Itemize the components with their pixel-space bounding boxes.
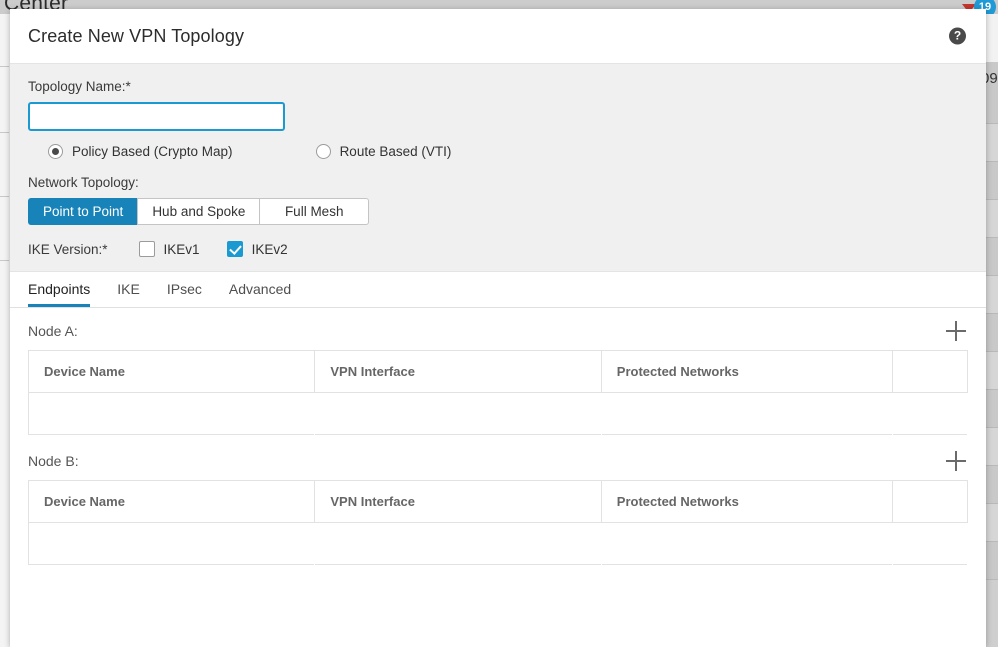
node-a-section: Node A: Device Name VPN Interface Protec… bbox=[28, 321, 968, 435]
radio-mark-icon bbox=[48, 144, 63, 159]
table-cell bbox=[892, 392, 968, 435]
tab-ike[interactable]: IKE bbox=[117, 281, 140, 307]
background-divider bbox=[0, 132, 9, 133]
plus-icon[interactable] bbox=[946, 451, 966, 471]
background-divider bbox=[0, 66, 9, 67]
tab-ipsec[interactable]: IPsec bbox=[167, 281, 202, 307]
column-header-actions bbox=[892, 350, 968, 393]
checkbox-ikev1[interactable]: IKEv1 bbox=[138, 241, 200, 257]
checkbox-ikev2-label: IKEv2 bbox=[251, 241, 288, 257]
table-cell bbox=[314, 392, 602, 435]
node-b-title: Node B: bbox=[28, 453, 79, 469]
node-b-header: Node B: bbox=[28, 451, 968, 471]
vpn-type-radio-group: Policy Based (Crypto Map) Route Based (V… bbox=[28, 144, 968, 159]
table-cell bbox=[314, 522, 602, 565]
table-empty-row bbox=[28, 522, 968, 565]
tab-endpoints[interactable]: Endpoints bbox=[28, 281, 91, 307]
tab-advanced[interactable]: Advanced bbox=[229, 281, 291, 307]
node-a-title: Node A: bbox=[28, 323, 78, 339]
checkbox-mark-icon bbox=[138, 241, 155, 257]
background-divider bbox=[0, 196, 9, 197]
topology-name-label: Topology Name:* bbox=[28, 79, 131, 94]
checkbox-mark-icon bbox=[226, 241, 243, 257]
radio-policy-based-label: Policy Based (Crypto Map) bbox=[72, 144, 233, 159]
ike-version-group: IKE Version:* IKEv1 IKEv2 bbox=[28, 241, 968, 257]
topology-button-full-mesh[interactable]: Full Mesh bbox=[259, 198, 369, 225]
column-header-protected-networks: Protected Networks bbox=[601, 480, 893, 523]
node-b-table: Device Name VPN Interface Protected Netw… bbox=[28, 480, 968, 565]
table-cell bbox=[28, 392, 315, 435]
table-header-row: Device Name VPN Interface Protected Netw… bbox=[28, 350, 968, 393]
create-vpn-topology-dialog: Create New VPN Topology ? Topology Name:… bbox=[10, 9, 986, 647]
column-header-protected-networks: Protected Networks bbox=[601, 350, 893, 393]
column-header-device-name: Device Name bbox=[28, 350, 316, 393]
table-cell bbox=[28, 522, 315, 565]
table-empty-row bbox=[28, 392, 968, 435]
network-topology-label: Network Topology: bbox=[28, 175, 139, 190]
background-left-strip bbox=[0, 14, 9, 647]
dialog-tab-bar: Endpoints IKE IPsec Advanced bbox=[10, 272, 986, 308]
ike-version-label: IKE Version:* bbox=[28, 241, 108, 257]
column-header-vpn-interface: VPN Interface bbox=[314, 480, 602, 523]
plus-icon[interactable] bbox=[946, 321, 966, 341]
help-circle-icon[interactable]: ? bbox=[949, 27, 966, 45]
topology-name-input[interactable] bbox=[28, 102, 285, 131]
node-b-section: Node B: Device Name VPN Interface Protec… bbox=[28, 451, 968, 565]
table-header-row: Device Name VPN Interface Protected Netw… bbox=[28, 480, 968, 523]
endpoints-tab-panel: Node A: Device Name VPN Interface Protec… bbox=[10, 308, 986, 647]
node-a-header: Node A: bbox=[28, 321, 968, 341]
column-header-actions bbox=[892, 480, 968, 523]
node-a-table: Device Name VPN Interface Protected Netw… bbox=[28, 350, 968, 435]
radio-policy-based[interactable]: Policy Based (Crypto Map) bbox=[48, 144, 233, 159]
table-cell bbox=[892, 522, 968, 565]
table-cell bbox=[601, 522, 893, 565]
topology-settings-section: Topology Name:* Policy Based (Crypto Map… bbox=[10, 64, 986, 272]
table-cell bbox=[601, 392, 893, 435]
radio-route-based-label: Route Based (VTI) bbox=[339, 144, 452, 159]
topology-button-point-to-point[interactable]: Point to Point bbox=[28, 198, 138, 225]
radio-route-based[interactable]: Route Based (VTI) bbox=[315, 144, 452, 159]
topology-button-hub-and-spoke[interactable]: Hub and Spoke bbox=[137, 198, 260, 225]
checkbox-ikev1-label: IKEv1 bbox=[163, 241, 200, 257]
checkbox-ikev2[interactable]: IKEv2 bbox=[226, 241, 288, 257]
column-header-vpn-interface: VPN Interface bbox=[314, 350, 602, 393]
dialog-title: Create New VPN Topology bbox=[28, 25, 245, 46]
background-divider bbox=[0, 260, 9, 261]
dialog-header: Create New VPN Topology ? bbox=[10, 9, 986, 64]
radio-mark-icon bbox=[315, 144, 331, 159]
network-topology-button-group: Point to Point Hub and Spoke Full Mesh bbox=[28, 198, 369, 225]
column-header-device-name: Device Name bbox=[28, 480, 316, 523]
